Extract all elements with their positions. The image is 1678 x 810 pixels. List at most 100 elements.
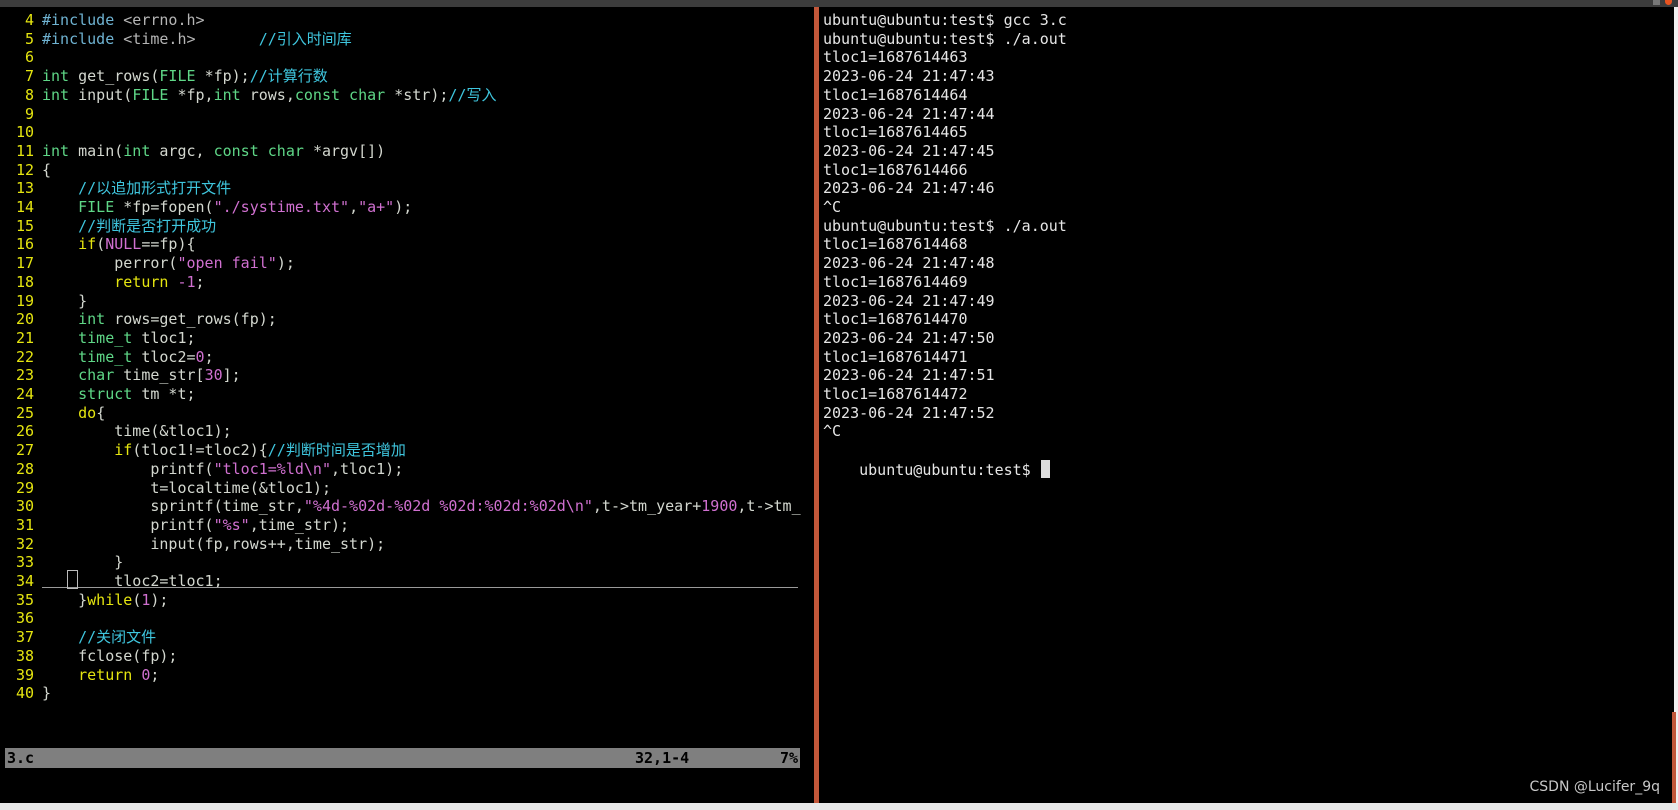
status-filename: 3.c <box>7 749 35 767</box>
code-line[interactable]: 11 int main(int argc, const char *argv[]) <box>0 141 385 161</box>
code-token: //计算行数 <box>249 67 328 86</box>
window-top-bar <box>0 0 1678 7</box>
code-token: tloc1; <box>141 328 196 347</box>
code-token: "a+" <box>358 198 395 216</box>
terminal-line: tloc1=1687614468 <box>823 235 968 254</box>
code-line[interactable]: 13 //以追加形式打开文件 <box>0 178 231 198</box>
terminal-prompt-line[interactable]: ubuntu@ubuntu:test$ <box>823 440 1050 479</box>
terminal-line: ^C <box>823 422 842 441</box>
code-token: ; <box>204 347 214 366</box>
pane-divider-handle[interactable] <box>814 7 819 803</box>
code-token: int <box>42 67 79 86</box>
code-line[interactable]: 36 <box>0 608 42 628</box>
code-token: sprintf(time_str, <box>42 497 304 516</box>
vim-statusline: 3.c 32,1-4 7% <box>5 748 800 768</box>
terminal-line: tloc1=1687614465 <box>823 123 968 142</box>
code-line[interactable]: 29 t=localtime(&tloc1); <box>0 478 331 498</box>
code-line[interactable]: 18 return -1; <box>0 272 205 292</box>
code-line[interactable]: 28 printf("tloc1=%ld\n",tloc1); <box>0 459 403 479</box>
code-token: int <box>42 85 79 104</box>
code-token: <errno.h> <box>123 11 205 29</box>
code-line[interactable]: 32 input(fp,rows++,time_str); <box>0 534 385 554</box>
line-number: 19 <box>15 291 34 310</box>
vim-editor-pane[interactable]: 4 #include <errno.h> 5 #include <time.h> //… <box>0 7 812 803</box>
code-token: "./systime.txt" <box>213 198 350 216</box>
code-token: tloc2= <box>141 347 196 366</box>
code-line[interactable]: 17 perror("open fail"); <box>0 253 295 273</box>
line-number: 39 <box>15 665 34 684</box>
code-token: time(&tloc1); <box>42 422 232 441</box>
code-token: perror( <box>42 254 178 273</box>
code-token: ( <box>96 235 106 254</box>
code-token: t=localtime(&tloc1); <box>42 478 331 497</box>
window-control-icon[interactable] <box>1653 0 1660 5</box>
line-number: 17 <box>15 254 34 273</box>
code-line[interactable]: 37 //关闭文件 <box>0 627 156 647</box>
code-line[interactable]: 10 <box>0 122 42 142</box>
code-line[interactable]: 23 char time_str[30]; <box>0 365 241 385</box>
terminal-prompt: ubuntu@ubuntu:test$ <box>859 461 1040 480</box>
code-token: //判断时间是否增加 <box>267 441 406 460</box>
code-line[interactable]: 34 tloc2=tloc1; <box>0 571 223 591</box>
code-line[interactable]: 9 <box>0 104 42 124</box>
code-token: char <box>78 366 124 385</box>
code-token: //关闭文件 <box>42 628 157 647</box>
line-number: 35 <box>15 590 34 609</box>
code-token: //写入 <box>448 85 497 104</box>
code-token: main( <box>78 141 124 160</box>
terminal-line: tloc1=1687614469 <box>823 272 968 291</box>
terminal-scrollbar[interactable] <box>1672 712 1676 803</box>
code-line[interactable]: 12 { <box>0 160 51 180</box>
terminal-pane[interactable]: ubuntu@ubuntu:test$ gcc 3.c ubuntu@ubuntu… <box>821 7 1674 803</box>
code-line[interactable]: 4 #include <errno.h> <box>0 10 205 30</box>
code-line[interactable]: 26 time(&tloc1); <box>0 421 232 441</box>
code-token: NULL <box>105 235 142 254</box>
code-line[interactable]: 38 fclose(fp); <box>0 646 178 666</box>
code-line[interactable]: 35 }while(1); <box>0 590 169 610</box>
code-token: ); <box>150 590 169 609</box>
code-line[interactable]: 16 if(NULL==fp){ <box>0 234 196 254</box>
line-number: 24 <box>15 385 34 403</box>
code-token: { <box>42 160 52 179</box>
code-token: 0 <box>195 347 205 366</box>
code-line[interactable]: 27 if(tloc1!=tloc2){//判断时间是否增加 <box>0 440 406 460</box>
code-token: FILE <box>159 67 205 86</box>
code-line[interactable]: 8 int input(FILE *fp,int rows,const char … <box>0 85 497 105</box>
bottom-strip <box>0 803 1678 810</box>
code-token: <time.h> <box>123 29 196 48</box>
code-token: int <box>42 141 79 160</box>
terminal-line: 2023-06-24 21:47:44 <box>823 104 995 123</box>
code-line[interactable]: 30 sprintf(time_str,"%4d-%02d-%02d %02d:… <box>0 496 801 516</box>
terminal-line: tloc1=1687614466 <box>823 160 968 179</box>
line-number: 31 <box>15 515 34 534</box>
code-line[interactable]: 6 <box>0 47 42 67</box>
code-line[interactable]: 20 int rows=get_rows(fp); <box>0 309 277 329</box>
code-token: } <box>42 684 52 703</box>
status-cursor-position: 32,1-4 <box>635 749 690 767</box>
code-line[interactable]: 5 #include <time.h> //引入时间库 <box>0 29 352 49</box>
status-scroll-percent: 7% <box>779 749 798 767</box>
close-window-icon[interactable] <box>1665 0 1672 5</box>
code-line[interactable]: 22 time_t tloc2=0; <box>0 347 214 367</box>
code-line[interactable]: 19 } <box>0 291 87 311</box>
code-line[interactable]: 21 time_t tloc1; <box>0 328 196 348</box>
code-line[interactable]: 31 printf("%s",time_str); <box>0 515 349 535</box>
code-token: ,t->tm_ <box>737 497 801 516</box>
line-number: 25 <box>15 403 34 422</box>
code-line[interactable]: 14 FILE *fp=fopen("./systime.txt","a+"); <box>0 197 412 217</box>
code-token: ,tloc1); <box>331 459 404 478</box>
line-number: 34 <box>15 572 34 590</box>
code-line[interactable]: 25 do{ <box>0 403 105 423</box>
line-number: 20 <box>15 310 34 329</box>
terminal-line: 2023-06-24 21:47:51 <box>823 366 995 385</box>
code-line[interactable]: 24 struct tm *t; <box>0 384 196 404</box>
code-line[interactable]: 33 } <box>0 552 123 572</box>
code-token: input( <box>78 85 133 104</box>
code-line[interactable]: 40} <box>0 683 51 703</box>
code-line[interactable]: 15 //判断是否打开成功 <box>0 216 216 236</box>
code-line[interactable]: 39 return 0; <box>0 665 159 685</box>
code-line[interactable]: 7 int get_rows(FILE *fp);//计算行数 <box>0 66 328 86</box>
